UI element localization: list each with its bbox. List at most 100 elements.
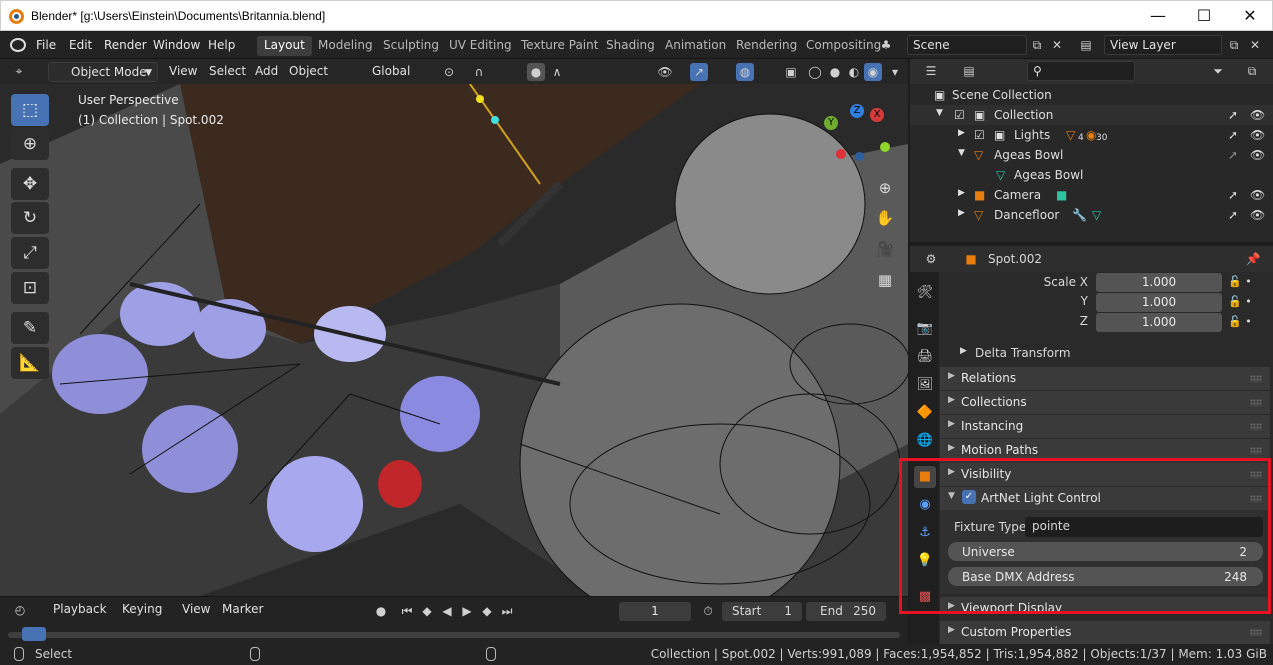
- tab-animation[interactable]: Animation: [658, 36, 733, 56]
- select-box-tool[interactable]: ⬚: [11, 94, 49, 126]
- eye-icon[interactable]: 👁: [1250, 128, 1265, 142]
- outliner-row-scene-collection[interactable]: ▣ Scene Collection: [910, 85, 1273, 105]
- eye-icon[interactable]: 👁: [1250, 208, 1265, 222]
- checkbox-icon[interactable]: ☑: [954, 108, 965, 122]
- wireframe-shading-icon[interactable]: ◯: [806, 63, 824, 81]
- drag-grip-icon[interactable]: [1250, 629, 1262, 636]
- visibility-icon[interactable]: 👁: [656, 63, 674, 81]
- new-collection-icon[interactable]: ⧉: [1243, 62, 1261, 80]
- keying-menu[interactable]: Keying: [115, 600, 169, 620]
- outliner-row-ageas-bowl-mesh[interactable]: ▽ Ageas Bowl: [910, 165, 1273, 185]
- cursor-tool[interactable]: ⊕: [11, 128, 49, 160]
- viewport-display-panel[interactable]: ▶ Viewport Display: [940, 596, 1270, 614]
- snap-icon[interactable]: ∩: [470, 63, 488, 81]
- jump-start-icon[interactable]: ⏮: [398, 602, 416, 620]
- scale-z-field[interactable]: 1.000: [1096, 313, 1222, 332]
- rendered-shading-icon[interactable]: ◉: [864, 63, 882, 81]
- outliner-row-collection[interactable]: ▼ ☑ ▣ Collection ➚ 👁: [910, 105, 1273, 125]
- scale-y-field[interactable]: 1.000: [1096, 293, 1222, 312]
- eye-icon[interactable]: 👁: [1250, 148, 1265, 162]
- motion-paths-panel[interactable]: ▶ Motion Paths: [940, 438, 1270, 462]
- rotate-tool[interactable]: ↻: [11, 202, 49, 234]
- scene-field[interactable]: Scene: [907, 35, 1027, 55]
- base-dmx-address-field[interactable]: Base DMX Address 248: [948, 567, 1263, 586]
- solid-shading-icon[interactable]: ●: [826, 63, 844, 81]
- tab-texture-paint[interactable]: Texture Paint: [514, 36, 605, 56]
- custom-properties-panel[interactable]: ▶ Custom Properties: [940, 620, 1270, 644]
- pin-icon[interactable]: 📌: [1244, 250, 1262, 268]
- camera-view-icon[interactable]: 🎥: [875, 239, 895, 259]
- scene-icon[interactable]: ♣: [877, 36, 895, 54]
- tab-layout[interactable]: Layout: [257, 36, 312, 56]
- expand-icon[interactable]: ▶: [960, 346, 967, 356]
- current-frame-field[interactable]: 1: [619, 602, 691, 621]
- navigation-gizmo[interactable]: Z Y X: [820, 104, 890, 174]
- eye-icon[interactable]: 👁: [1250, 188, 1265, 202]
- playback-menu[interactable]: Playback: [46, 600, 114, 620]
- artnet-panel-header[interactable]: ▼ ✓ ArtNet Light Control: [940, 486, 1270, 510]
- gizmo-neg-z[interactable]: [855, 152, 864, 161]
- constraints-tab-icon[interactable]: ⚓: [914, 522, 936, 544]
- transform-tool[interactable]: ⊡: [11, 272, 49, 304]
- expand-icon[interactable]: ▶: [958, 128, 965, 138]
- view-layer-icon[interactable]: ▤: [1077, 36, 1095, 54]
- object-mode-dropdown[interactable]: Object Mode ▼: [48, 62, 158, 82]
- view-layer-tab-icon[interactable]: 🖼: [914, 374, 936, 396]
- display-mode-icon[interactable]: ▤: [960, 62, 978, 80]
- drag-grip-icon[interactable]: [1250, 375, 1262, 382]
- minimize-button[interactable]: —: [1135, 1, 1181, 31]
- blender-menu-icon[interactable]: [10, 38, 26, 52]
- drag-grip-icon[interactable]: [1250, 447, 1262, 454]
- outliner-search-input[interactable]: ⚲: [1027, 61, 1135, 81]
- menu-select[interactable]: Select: [202, 62, 253, 82]
- output-tab-icon[interactable]: 🖨: [914, 346, 936, 368]
- eye-icon[interactable]: 👁: [1250, 108, 1265, 122]
- select-toggle-icon[interactable]: ➚: [1228, 188, 1238, 202]
- timeline-view-menu[interactable]: View: [175, 600, 217, 620]
- pivot-icon[interactable]: ⊙: [440, 63, 458, 81]
- menu-window[interactable]: Window: [153, 38, 200, 52]
- outliner-editor-icon[interactable]: ☰: [922, 62, 940, 80]
- outliner-row-ageas-bowl[interactable]: ▼ ▽ Ageas Bowl ➚ 👁: [910, 145, 1273, 165]
- light-data-tab-icon[interactable]: 💡: [914, 550, 936, 572]
- physics-tab-icon[interactable]: ◉: [914, 494, 936, 516]
- select-toggle-icon[interactable]: ➚: [1228, 148, 1238, 162]
- scale-tool[interactable]: ⤢: [11, 237, 49, 269]
- marker-menu[interactable]: Marker: [215, 600, 270, 620]
- view-layer-field[interactable]: View Layer: [1104, 35, 1222, 55]
- material-shading-icon[interactable]: ◐: [845, 63, 863, 81]
- gizmo-y-axis[interactable]: Y: [824, 116, 838, 130]
- falloff-icon[interactable]: ∧: [548, 63, 566, 81]
- menu-help[interactable]: Help: [208, 38, 235, 52]
- measure-tool[interactable]: 📐: [11, 347, 49, 379]
- outliner-row-dancefloor[interactable]: ▶ ▽ Dancefloor 🔧 ▽ ➚ 👁: [910, 205, 1273, 225]
- jump-end-icon[interactable]: ⏭: [498, 602, 516, 620]
- drag-grip-icon[interactable]: [1250, 423, 1262, 430]
- lock-icon[interactable]: 🔓 •: [1228, 315, 1252, 328]
- universe-field[interactable]: Universe 2: [948, 542, 1263, 561]
- world-tab-icon[interactable]: 🌐: [914, 430, 936, 452]
- filter-icon[interactable]: ⏷: [1209, 62, 1227, 80]
- properties-editor-icon[interactable]: ⚙: [922, 250, 940, 268]
- editor-type-icon[interactable]: ⌖: [10, 62, 28, 80]
- gizmo-toggle-icon[interactable]: ↗: [690, 63, 708, 81]
- pan-hand-icon[interactable]: ✋: [875, 208, 895, 228]
- artnet-enable-checkbox[interactable]: ✓: [962, 490, 976, 504]
- play-reverse-icon[interactable]: ◀: [438, 602, 456, 620]
- menu-object[interactable]: Object: [282, 62, 335, 82]
- delete-scene-icon[interactable]: ✕: [1048, 36, 1066, 54]
- menu-file[interactable]: File: [36, 38, 56, 52]
- delta-transform-panel[interactable]: Delta Transform: [975, 346, 1071, 360]
- maximize-button[interactable]: ☐: [1181, 1, 1227, 31]
- start-frame-field[interactable]: Start 1: [722, 602, 802, 621]
- ortho-grid-icon[interactable]: ▦: [875, 270, 895, 290]
- select-toggle-icon[interactable]: ➚: [1228, 208, 1238, 222]
- fixture-type-input[interactable]: pointe: [1025, 517, 1263, 537]
- tab-modeling[interactable]: Modeling: [311, 36, 380, 56]
- timeline-editor-icon[interactable]: ◴: [11, 601, 29, 619]
- copy-scene-icon[interactable]: ⧉: [1028, 36, 1046, 54]
- menu-render[interactable]: Render: [104, 38, 147, 52]
- expand-icon[interactable]: ▶: [958, 188, 965, 198]
- playhead[interactable]: [22, 627, 46, 641]
- xray-icon[interactable]: ▣: [782, 63, 800, 81]
